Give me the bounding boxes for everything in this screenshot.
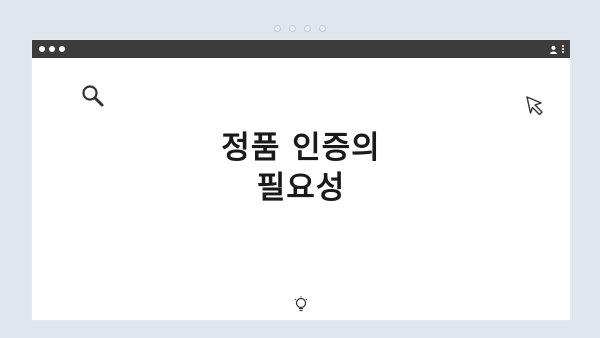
user-icon[interactable] <box>549 45 558 54</box>
page-dot <box>274 25 281 32</box>
page-dot <box>319 25 326 32</box>
maximize-window-dot[interactable] <box>59 46 65 52</box>
cursor-icon <box>526 96 543 116</box>
page-dots <box>0 25 600 32</box>
page-dot <box>304 25 311 32</box>
browser-window: 정품 인증의 필요성 <box>32 40 570 320</box>
page-title: 정품 인증의 필요성 <box>32 128 570 208</box>
title-bar-right-controls <box>549 45 564 54</box>
page-title-line-2: 필요성 <box>256 170 346 206</box>
lightbulb-icon <box>294 296 308 312</box>
minimize-window-dot[interactable] <box>49 46 55 52</box>
page-dot <box>289 25 296 32</box>
page-content: 정품 인증의 필요성 <box>32 58 570 320</box>
window-controls <box>39 46 65 52</box>
title-bar <box>32 40 570 58</box>
search-icon <box>82 85 104 107</box>
close-window-dot[interactable] <box>39 46 45 52</box>
page-title-line-1: 정품 인증의 <box>221 130 381 166</box>
kebab-menu-icon[interactable] <box>562 45 564 53</box>
